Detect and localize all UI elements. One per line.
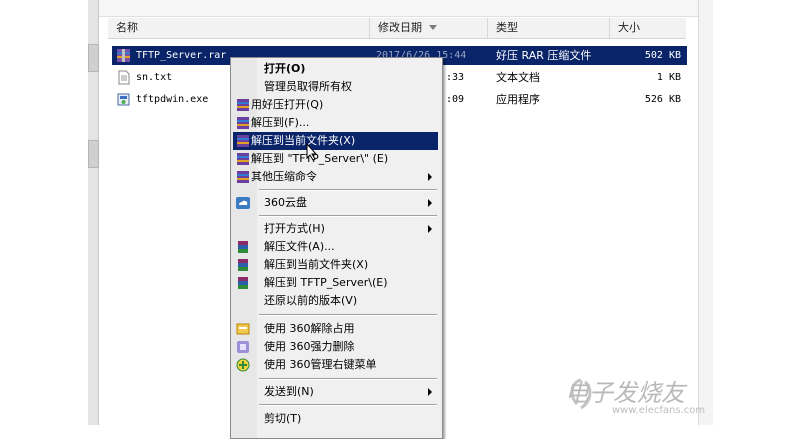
- submenu-arrow-icon: [428, 173, 432, 181]
- menu-item-360-unlock[interactable]: 使用 360解除占用: [233, 320, 438, 338]
- add-icon: [236, 358, 250, 372]
- haozip-icon: [237, 153, 249, 165]
- file-size: 526 KB: [644, 94, 681, 105]
- menu-item-take-ownership[interactable]: 管理员取得所有权: [233, 78, 438, 96]
- menu-item-open[interactable]: 打开(O): [233, 60, 438, 78]
- watermark-url: www.elecfans.com: [612, 405, 706, 416]
- haozip-icon: [237, 117, 249, 129]
- file-name: sn.txt: [136, 72, 173, 83]
- menu-item-extract-to[interactable]: 解压到(F)...: [233, 114, 438, 132]
- file-name: tftpdwin.exe: [136, 94, 209, 105]
- menu-item-restore-previous-versions[interactable]: 还原以前的版本(V): [233, 292, 438, 310]
- unlock-icon: [236, 323, 250, 335]
- exe-icon: [117, 93, 130, 106]
- file-size: 1 KB: [656, 72, 681, 83]
- column-size[interactable]: 大小: [610, 18, 686, 38]
- column-header: 名称 修改日期 类型 大小: [108, 18, 686, 39]
- submenu-arrow-icon: [428, 388, 432, 396]
- mouse-cursor-icon: [306, 143, 318, 161]
- scroll-thumb-top[interactable]: [88, 44, 99, 72]
- rar-archive-icon: [117, 49, 130, 62]
- file-type: 应用程序: [496, 93, 540, 106]
- left-scrollbar[interactable]: [88, 0, 99, 425]
- file-type: 好压 RAR 压缩文件: [496, 49, 592, 62]
- menu-item-360-force-delete[interactable]: 使用 360强力删除: [233, 338, 438, 356]
- right-scrollbar[interactable]: [698, 0, 713, 425]
- menu-separator: [259, 378, 437, 380]
- column-date-modified[interactable]: 修改日期: [370, 18, 488, 38]
- haozip-icon: [237, 99, 249, 111]
- file-type: 文本文档: [496, 71, 540, 84]
- menu-item-other-compress[interactable]: 其他压缩命令: [233, 168, 438, 186]
- scroll-thumb[interactable]: [88, 140, 99, 168]
- menu-separator: [259, 215, 437, 217]
- menu-separator: [259, 404, 437, 406]
- delete-icon: [237, 341, 249, 353]
- text-file-icon: [118, 70, 130, 85]
- winrar-icon: [238, 259, 248, 271]
- menu-item-360-cloud[interactable]: 360云盘: [233, 194, 438, 212]
- submenu-arrow-icon: [428, 199, 432, 207]
- menu-item-winrar-extract-to-folder[interactable]: 解压到 TFTP_Server\(E): [233, 274, 438, 292]
- winrar-icon: [238, 241, 248, 253]
- haozip-icon: [237, 135, 249, 147]
- context-menu: 打开(O) 管理员取得所有权 用好压打开(Q) 解压到(F)... 解压到当前文…: [230, 57, 443, 439]
- menu-separator: [259, 314, 437, 316]
- column-name[interactable]: 名称: [108, 18, 370, 38]
- winrar-icon: [238, 277, 248, 289]
- column-type[interactable]: 类型: [488, 18, 610, 38]
- sort-down-icon: [429, 25, 437, 30]
- menu-item-winrar-extract-here[interactable]: 解压到当前文件夹(X): [233, 256, 438, 274]
- menu-item-send-to[interactable]: 发送到(N): [233, 383, 438, 401]
- menu-separator: [259, 189, 437, 191]
- submenu-arrow-icon: [428, 225, 432, 233]
- menu-item-open-with[interactable]: 打开方式(H): [233, 220, 438, 238]
- file-date: :33: [446, 72, 465, 83]
- haozip-icon: [237, 171, 249, 183]
- menu-item-extract-to-folder[interactable]: 解压到 "TFTP_Server\" (E): [233, 150, 438, 168]
- menu-item-extract-here[interactable]: 解压到当前文件夹(X): [233, 132, 438, 150]
- menu-item-open-with-haozip[interactable]: 用好压打开(Q): [233, 96, 438, 114]
- file-size: 502 KB: [644, 50, 681, 61]
- watermark-text: 电子发烧友: [565, 379, 685, 407]
- file-date: :09: [446, 94, 465, 105]
- cloud-icon: [236, 197, 250, 209]
- menu-item-360-manage-menu[interactable]: 使用 360管理右键菜单: [233, 356, 438, 374]
- file-name: TFTP_Server.rar: [136, 50, 227, 61]
- menu-item-cut[interactable]: 剪切(T): [233, 410, 438, 428]
- top-toolbar-strip: [98, 0, 698, 17]
- menu-item-winrar-extract-files[interactable]: 解压文件(A)...: [233, 238, 438, 256]
